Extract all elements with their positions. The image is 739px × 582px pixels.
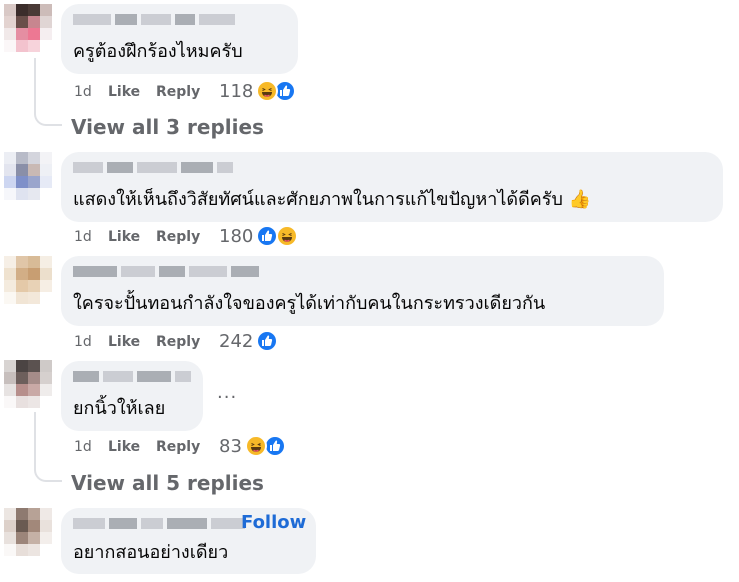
comment-text: ใครจะปั้นทอนกำลังใจของครูได้เท่ากับคนในก… [73, 293, 546, 314]
comment-actions: 1d Like Reply 83 [74, 435, 304, 457]
reply-button[interactable]: Reply [156, 332, 200, 352]
like-reaction-icon[interactable] [264, 435, 286, 457]
follow-button[interactable]: Follow [241, 512, 306, 533]
like-button[interactable]: Like [108, 227, 140, 247]
reaction-count[interactable]: 118 [219, 82, 253, 102]
reply-button[interactable]: Reply [156, 227, 200, 247]
view-replies-link[interactable]: View all 3 replies [71, 114, 264, 140]
comment-bubble: ครูต้องฝึกร้องไหมครับ [61, 4, 298, 74]
author-name-redacted[interactable] [73, 370, 191, 383]
view-replies-link[interactable]: View all 5 replies [71, 470, 264, 496]
like-button[interactable]: Like [108, 82, 140, 102]
more-options-button[interactable]: ... [217, 382, 237, 403]
reply-button[interactable]: Reply [156, 82, 200, 102]
avatar[interactable] [4, 152, 52, 200]
comment-text: อยากสอนอย่างเดียว [73, 542, 229, 563]
comment-bubble: Follow อยากสอนอย่างเดียว [61, 508, 316, 574]
avatar[interactable] [4, 508, 52, 556]
haha-reaction-icon[interactable] [276, 225, 298, 247]
comment-actions: 1d Like Reply 242 [74, 330, 304, 352]
thread-connector-curve [34, 464, 62, 482]
comment-time[interactable]: 1d [74, 332, 92, 352]
reaction-count[interactable]: 180 [219, 227, 253, 247]
reaction-count[interactable]: 83 [219, 437, 242, 457]
avatar[interactable] [4, 360, 52, 408]
haha-reaction-icon[interactable] [245, 435, 267, 457]
thread-connector [34, 58, 36, 110]
comment-actions: 1d Like Reply 118 [74, 80, 304, 102]
comment-bubble: ยกนิ้วให้เลย [61, 361, 203, 431]
comment-bubble: ใครจะปั้นทอนกำลังใจของครูได้เท่ากับคนในก… [61, 256, 664, 326]
thread-connector [34, 412, 36, 464]
comment-actions: 1d Like Reply 180 [74, 225, 304, 247]
like-reaction-icon[interactable] [256, 225, 278, 247]
comment-time[interactable]: 1d [74, 227, 92, 247]
haha-reaction-icon[interactable] [256, 80, 278, 102]
thread-connector-curve [34, 108, 62, 126]
comment-text: ครูต้องฝึกร้องไหมครับ [73, 41, 243, 62]
reply-button[interactable]: Reply [156, 437, 200, 457]
like-reaction-icon[interactable] [256, 330, 278, 352]
author-name-redacted[interactable] [73, 517, 245, 530]
author-name-redacted[interactable] [73, 13, 235, 26]
avatar[interactable] [4, 256, 52, 304]
avatar[interactable] [4, 4, 52, 52]
author-name-redacted[interactable] [73, 265, 259, 278]
author-name-redacted[interactable] [73, 161, 233, 174]
comment-text: ยกนิ้วให้เลย [73, 398, 166, 419]
comment-time[interactable]: 1d [74, 437, 92, 457]
reaction-count[interactable]: 242 [219, 332, 253, 352]
comment-text: แสดงให้เห็นถึงวิสัยทัศน์และศักยภาพในการแ… [73, 189, 592, 210]
comment-time[interactable]: 1d [74, 82, 92, 102]
like-button[interactable]: Like [108, 437, 140, 457]
comment-bubble: แสดงให้เห็นถึงวิสัยทัศน์และศักยภาพในการแ… [61, 152, 723, 222]
like-button[interactable]: Like [108, 332, 140, 352]
